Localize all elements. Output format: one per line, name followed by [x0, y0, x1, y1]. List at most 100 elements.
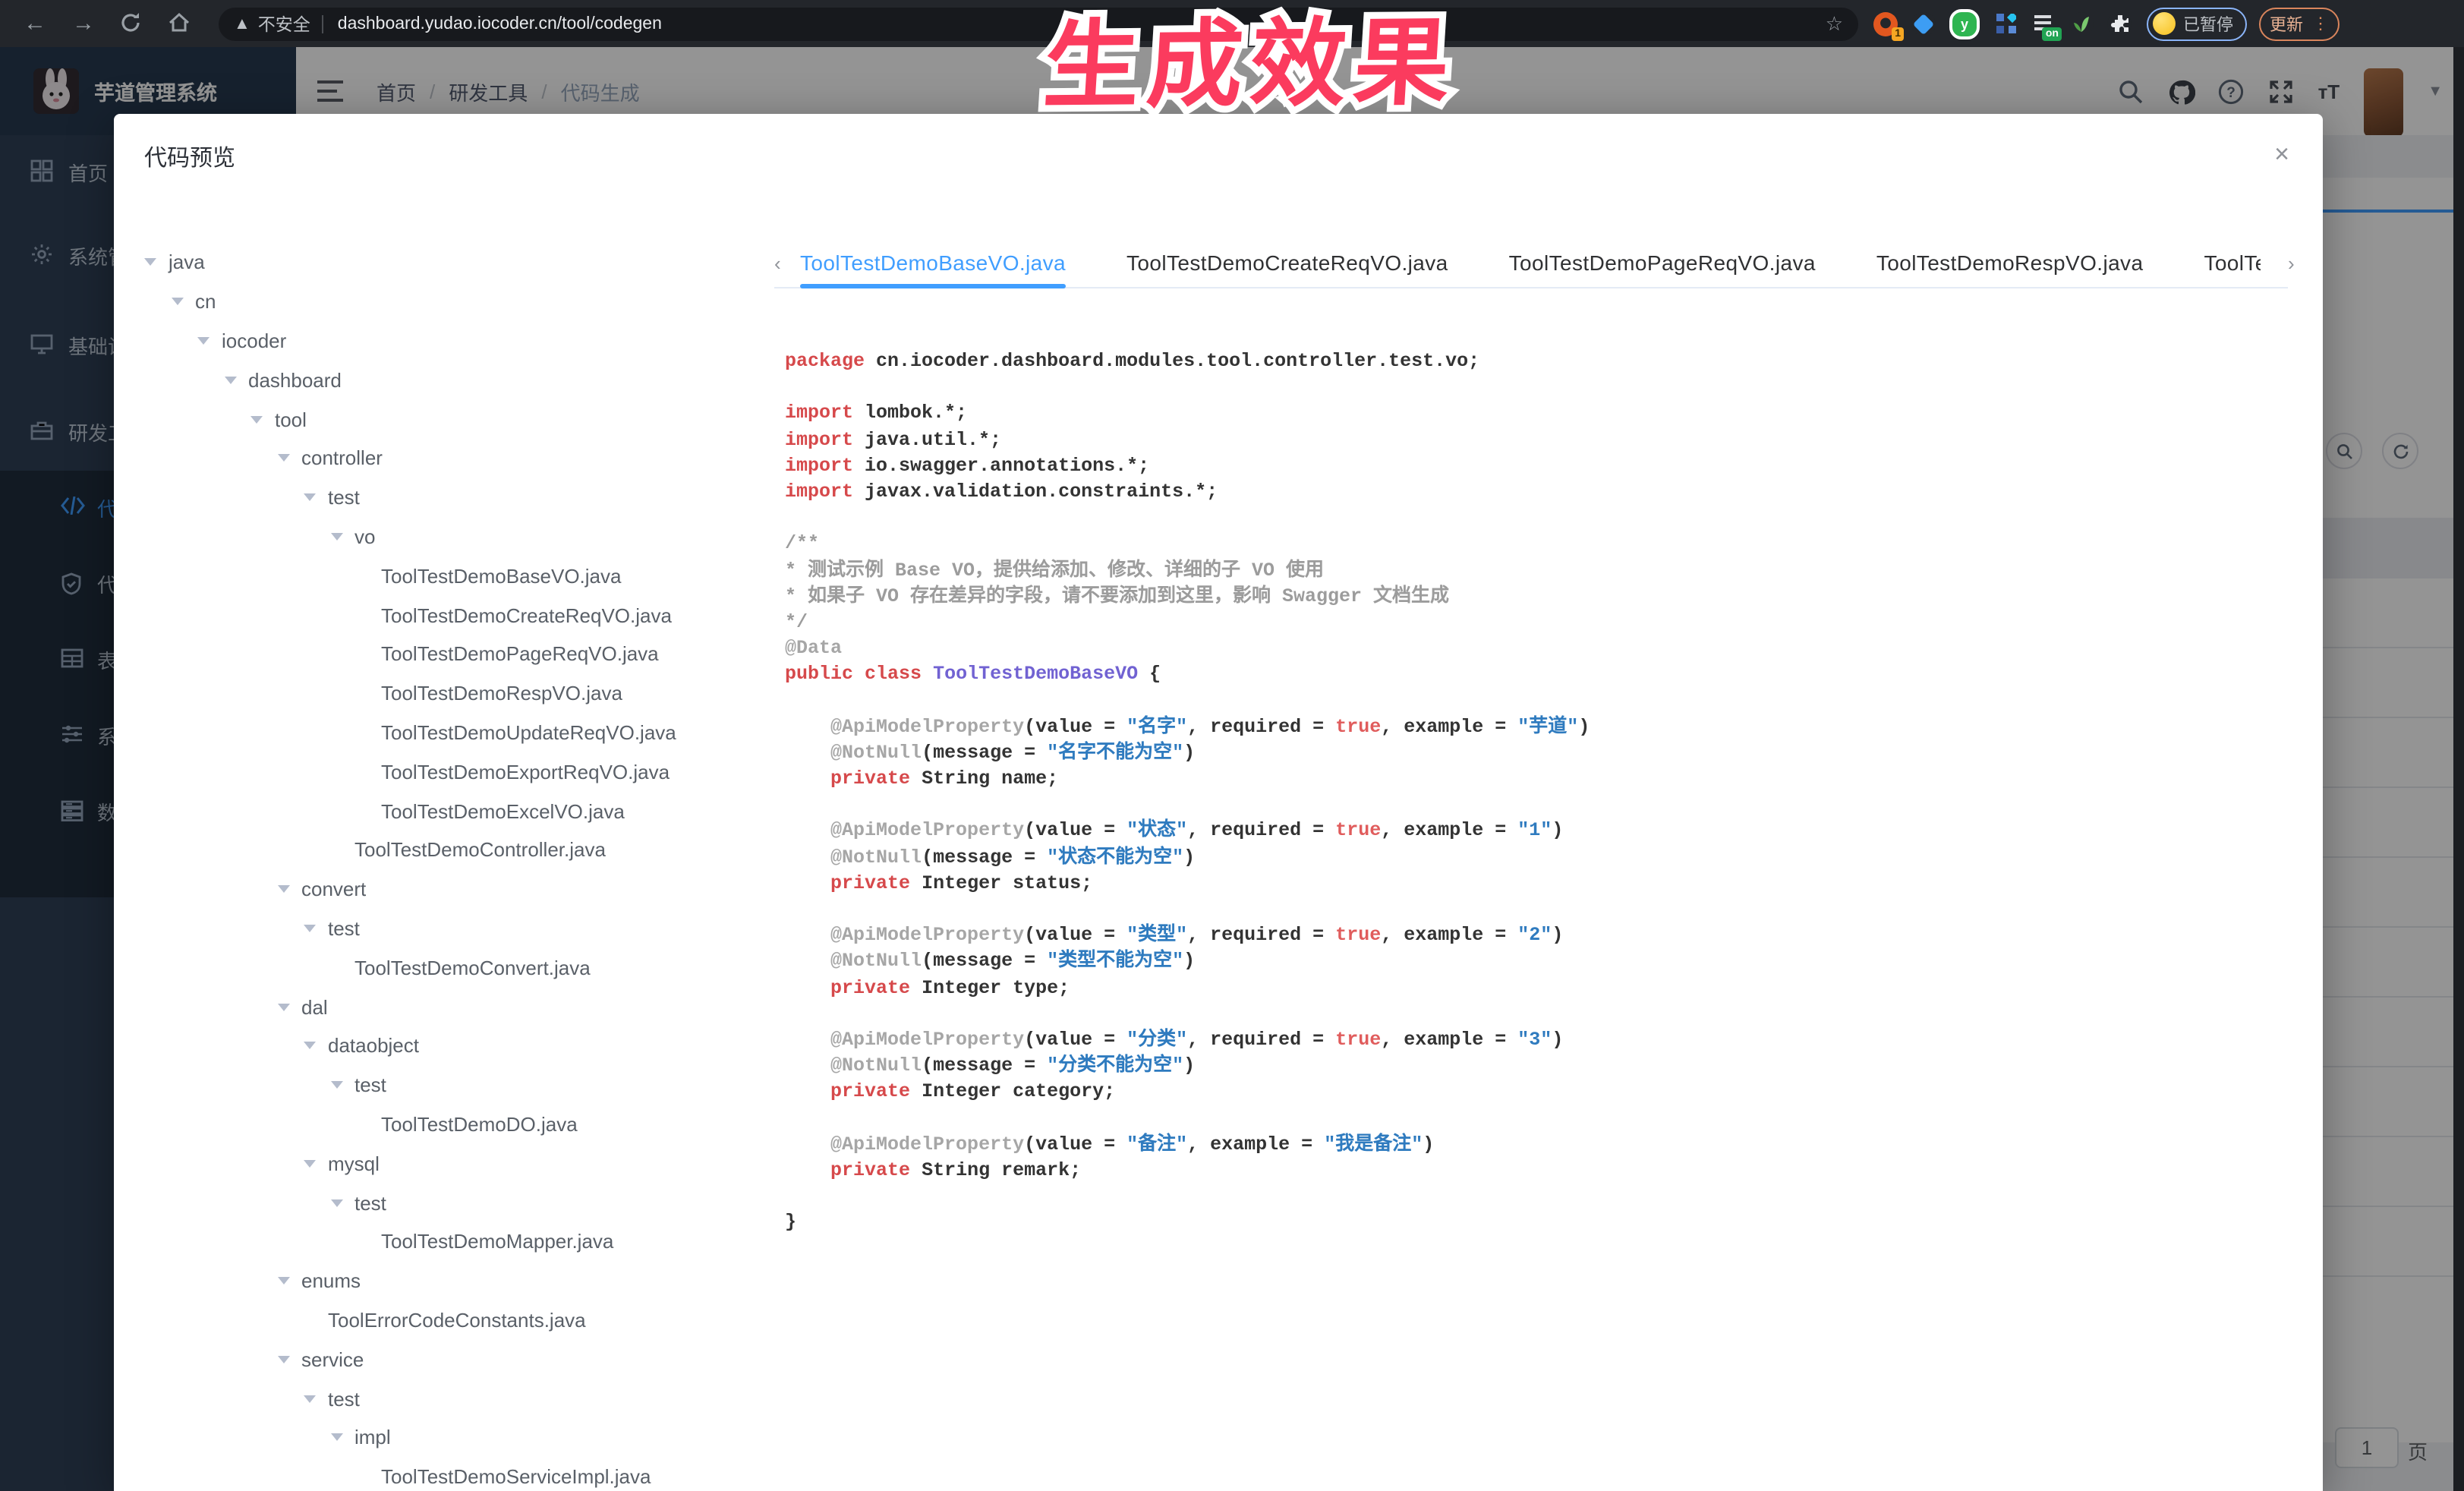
tree-folder-node[interactable]: test — [144, 1183, 782, 1222]
extension-grid-icon[interactable] — [1993, 11, 2018, 36]
not-secure-warning-icon: ▲ — [234, 14, 250, 33]
home-icon[interactable] — [167, 10, 194, 37]
extension-tampermonkey-icon[interactable]: on — [2031, 11, 2056, 36]
caret-down-icon[interactable] — [304, 1042, 316, 1050]
tree-folder-node[interactable]: dashboard — [144, 361, 782, 400]
tree-folder-node[interactable]: test — [144, 478, 782, 518]
bookmark-star-icon[interactable]: ☆ — [1826, 11, 1843, 36]
back-icon[interactable]: ← — [21, 10, 49, 37]
tree-folder-node[interactable]: test — [144, 1065, 782, 1105]
caret-down-icon[interactable] — [277, 455, 289, 462]
code-line: private Integer type; — [785, 976, 2288, 1001]
url-text[interactable]: dashboard.yudao.iocoder.cn/tool/codegen — [338, 14, 662, 33]
tree-file-node[interactable]: ToolTestDemoPageReqVO.java — [144, 635, 782, 674]
tree-folder-node[interactable]: controller — [144, 439, 782, 478]
tree-folder-node[interactable]: vo — [144, 517, 782, 556]
tabs-scroll-right-icon[interactable]: › — [2288, 257, 2303, 272]
tree-file-node[interactable]: ToolTestDemoMapper.java — [144, 1222, 782, 1262]
tree-folder-node[interactable]: dataobject — [144, 1026, 782, 1066]
caret-down-icon[interactable] — [330, 533, 342, 541]
tree-folder-node[interactable]: java — [144, 243, 782, 282]
caret-down-icon[interactable] — [304, 1395, 316, 1402]
tree-file-node[interactable]: ToolTestDemoServiceImpl.java — [144, 1457, 782, 1488]
tabs-scroll-left-icon[interactable]: ‹ — [774, 257, 789, 272]
tree-folder-node[interactable]: cn — [144, 282, 782, 322]
caret-down-icon[interactable] — [250, 415, 263, 423]
scrollbar[interactable] — [2453, 47, 2464, 1491]
tree-file-node[interactable]: ToolTestDemoConvert.java — [144, 948, 782, 988]
code-line: @NotNull(message = "分类不能为空") — [785, 1054, 2288, 1080]
tree-folder-node[interactable]: iocoder — [144, 321, 782, 361]
extension-leaf-icon[interactable] — [2069, 11, 2094, 36]
caret-down-icon[interactable] — [224, 377, 236, 384]
tree-file-node[interactable]: ToolTestDemoExcelVO.java — [144, 791, 782, 831]
caret-down-icon[interactable] — [304, 925, 316, 932]
caret-down-icon[interactable] — [171, 298, 183, 305]
tree-folder-node[interactable]: dal — [144, 987, 782, 1026]
tree-folder-node[interactable]: convert — [144, 870, 782, 909]
code-line: */ — [785, 610, 2288, 636]
tree-node-label: dataobject — [328, 1035, 419, 1058]
annotation-text: 生成效果 — [1040, 0, 1461, 128]
chrome-update-button[interactable]: 更新 ⋮ — [2259, 7, 2340, 40]
tree-folder-node[interactable]: impl — [144, 1418, 782, 1458]
tree-file-node[interactable]: ToolTestDemoUpdateReqVO.java — [144, 713, 782, 752]
file-tree: javacniocoderdashboardtoolcontrollertest… — [144, 243, 782, 1488]
tree-node-label: ToolTestDemoUpdateReqVO.java — [381, 721, 676, 744]
extension-gem-icon[interactable] — [1911, 11, 1936, 36]
tree-node-label: dal — [301, 995, 328, 1018]
close-icon[interactable]: × — [2274, 141, 2289, 167]
browser-menu-icon[interactable]: ⋮ — [2312, 14, 2329, 33]
tree-node-label: ToolTestDemoExcelVO.java — [381, 799, 625, 822]
caret-down-icon[interactable] — [144, 259, 156, 266]
tree-folder-node[interactable]: tool — [144, 399, 782, 439]
paused-extension-button[interactable]: 已暂停 — [2147, 7, 2247, 40]
extension-green-icon[interactable]: y — [1949, 8, 1980, 39]
tree-file-node[interactable]: ToolTestDemoController.java — [144, 831, 782, 870]
code-viewer[interactable]: package cn.iocoder.dashboard.modules.too… — [785, 349, 2288, 1480]
tree-folder-node[interactable]: test — [144, 1379, 782, 1418]
tree-file-node[interactable]: ToolTestDemoExportReqVO.java — [144, 752, 782, 792]
tree-file-node[interactable]: ToolTestDemoBaseVO.java — [144, 556, 782, 596]
tree-folder-node[interactable]: test — [144, 909, 782, 948]
caret-down-icon[interactable] — [330, 1199, 342, 1206]
address-bar[interactable]: ▲ 不安全 dashboard.yudao.iocoder.cn/tool/co… — [219, 7, 1858, 40]
tree-file-node[interactable]: ToolTestDemoRespVO.java — [144, 674, 782, 714]
caret-down-icon[interactable] — [304, 493, 316, 501]
forward-icon[interactable]: → — [70, 10, 97, 37]
caret-down-icon[interactable] — [277, 1277, 289, 1285]
tree-node-label: mysql — [328, 1152, 380, 1174]
code-line: @NotNull(message = "状态不能为空") — [785, 845, 2288, 871]
caret-down-icon[interactable] — [277, 1003, 289, 1010]
tree-folder-node[interactable]: service — [144, 1340, 782, 1379]
tree-folder-node[interactable]: mysql — [144, 1144, 782, 1184]
tree-node-label: test — [354, 1191, 386, 1214]
tree-node-label: ToolTestDemoBaseVO.java — [381, 565, 622, 588]
tree-node-label: ToolTestDemoServiceImpl.java — [381, 1465, 651, 1488]
not-secure-label: 不安全 — [258, 11, 310, 36]
tree-node-label: ToolTestDemoPageReqVO.java — [381, 643, 659, 666]
caret-down-icon[interactable] — [197, 337, 210, 345]
code-file-tab[interactable]: ToolTestDemoPageReqVO.java — [1509, 251, 1816, 288]
tree-node-label: service — [301, 1348, 364, 1370]
code-line — [785, 1184, 2288, 1210]
code-file-tab[interactable]: ToolTestDemoBaseVO.java — [800, 251, 1066, 288]
code-file-tab[interactable]: ToolTestDemoUpdateReqVO.java — [2204, 251, 2261, 288]
caret-down-icon[interactable] — [330, 1434, 342, 1442]
tree-folder-node[interactable]: enums — [144, 1261, 782, 1300]
tree-file-node[interactable]: ToolTestDemoCreateReqVO.java — [144, 595, 782, 635]
extensions-puzzle-icon[interactable] — [2107, 11, 2132, 36]
extension-orange-icon[interactable]: 1 — [1873, 11, 1898, 36]
caret-down-icon[interactable] — [304, 1159, 316, 1167]
tree-file-node[interactable]: ToolTestDemoDO.java — [144, 1105, 782, 1144]
caret-down-icon[interactable] — [330, 1081, 342, 1089]
caret-down-icon[interactable] — [277, 885, 289, 893]
tree-file-node[interactable]: ToolErrorCodeConstants.java — [144, 1300, 782, 1340]
caret-down-icon[interactable] — [277, 1355, 289, 1363]
tree-node-label: enums — [301, 1269, 361, 1292]
code-file-tab[interactable]: ToolTestDemoCreateReqVO.java — [1126, 251, 1448, 288]
code-file-tab[interactable]: ToolTestDemoRespVO.java — [1876, 251, 2144, 288]
code-line — [785, 506, 2288, 531]
reload-icon[interactable] — [118, 10, 146, 37]
code-line — [785, 1001, 2288, 1027]
